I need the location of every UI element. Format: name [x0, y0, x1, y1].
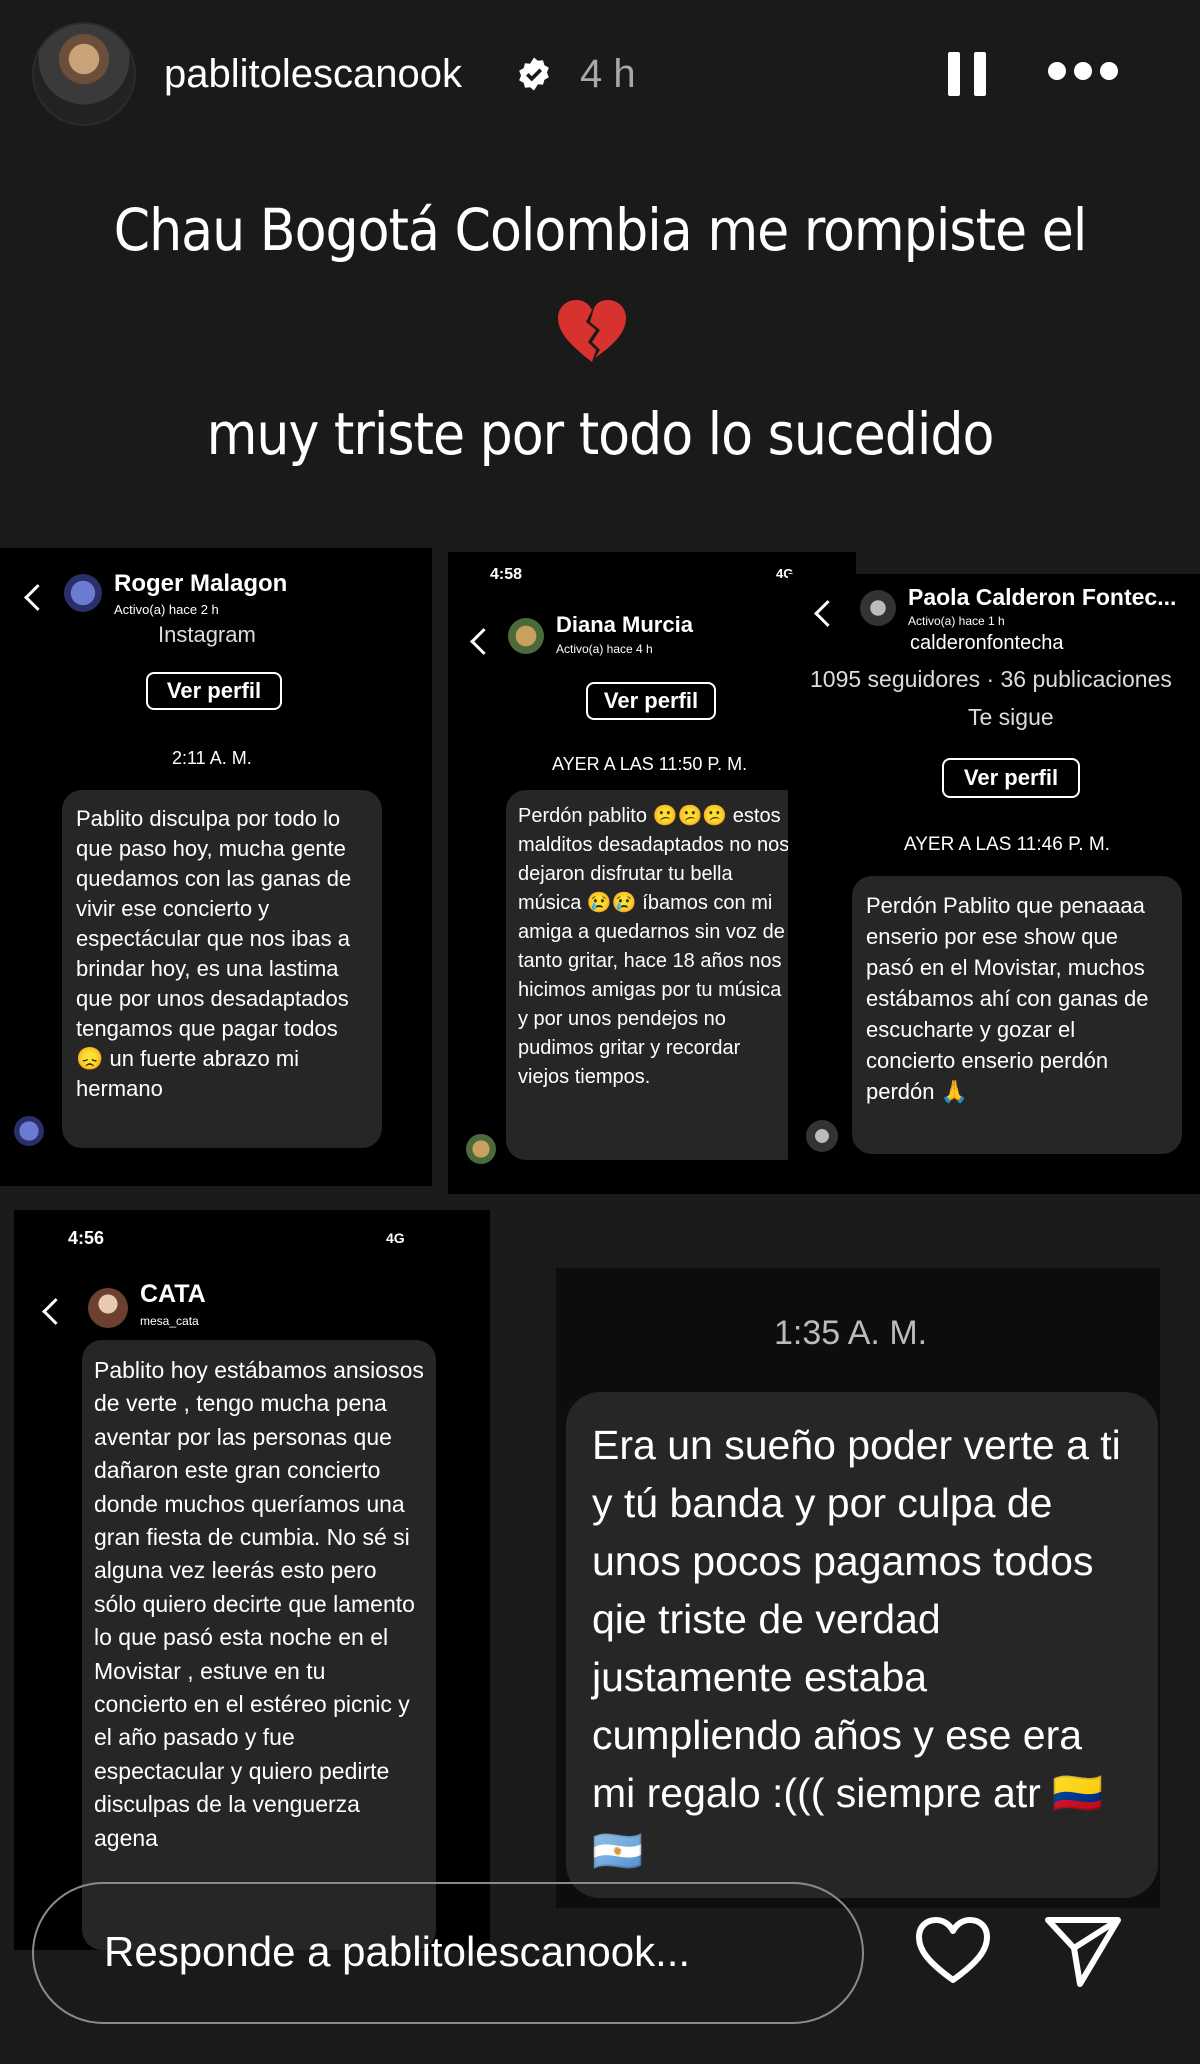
contact-status: Activo(a) hace 4 h: [556, 642, 653, 656]
contact-name: Roger Malagon: [114, 570, 288, 597]
contact-handle: mesa_cata: [140, 1314, 199, 1328]
avatar: [860, 590, 896, 626]
back-icon: [24, 584, 51, 611]
avatar: [88, 1288, 128, 1328]
avatar: [64, 574, 102, 612]
view-profile-button: Ver perfil: [942, 758, 1080, 798]
heart-icon[interactable]: [914, 1916, 992, 1986]
message-timestamp: 1:35 A. M.: [774, 1314, 928, 1352]
sender-avatar: [806, 1120, 838, 1152]
dm-screenshot-cata: 4:56 4G CATA mesa_cata Pablito hoy estáb…: [14, 1210, 490, 1950]
message-bubble: Perdón pablito 😕😕😕 estos malditos desada…: [506, 790, 806, 1160]
message-timestamp: 2:11 A. M.: [172, 748, 252, 768]
post-time: 4 h: [580, 52, 636, 96]
avatar: [508, 618, 544, 654]
contact-status: Activo(a) hace 2 h: [114, 602, 219, 617]
platform-label: Instagram: [158, 622, 256, 647]
view-profile-button: Ver perfil: [586, 682, 716, 720]
username[interactable]: pablitolescanook: [164, 52, 462, 97]
pause-icon[interactable]: [948, 52, 988, 96]
caption-line-1: Chau Bogotá Colombia me rompiste el: [113, 196, 1088, 264]
avatar[interactable]: [32, 22, 136, 126]
back-icon: [470, 628, 497, 655]
status-clock: 4:58: [490, 566, 523, 583]
dm-screenshot-paola: Paola Calderon Fontec... Activo(a) hace …: [788, 574, 1200, 1194]
broken-heart-icon: [558, 300, 626, 362]
sender-avatar: [14, 1116, 44, 1146]
view-profile-button: Ver perfil: [146, 672, 282, 710]
dm-screenshot-roger: Roger Malagon Activo(a) hace 2 h Instagr…: [0, 548, 432, 1186]
follows-you-label: Te sigue: [968, 704, 1054, 730]
contact-name: CATA: [140, 1280, 206, 1308]
verified-badge-icon: [519, 57, 549, 91]
contact-status: Activo(a) hace 1 h: [908, 614, 1005, 628]
back-icon: [814, 600, 841, 627]
message-bubble: Perdón Pablito que penaaaa enserio por e…: [852, 876, 1182, 1154]
contact-handle: calderonfontecha: [910, 632, 1064, 654]
message-timestamp: AYER A LAS 11:46 P. M.: [904, 834, 1110, 855]
reply-placeholder[interactable]: Responde a pablitolescanook...: [104, 1928, 690, 1976]
message-bubble: Era un sueño poder verte a ti y tú banda…: [566, 1392, 1158, 1898]
dm-screenshot-birthday: 1:35 A. M. Era un sueño poder verte a ti…: [556, 1268, 1160, 1908]
message-timestamp: AYER A LAS 11:50 P. M.: [552, 754, 748, 774]
message-bubble: Pablito disculpa por todo lo que paso ho…: [62, 790, 382, 1148]
status-signal: 4G: [386, 1230, 405, 1246]
contact-name: Paola Calderon Fontec...: [908, 584, 1177, 610]
back-icon: [42, 1298, 69, 1325]
profile-stats: 1095 seguidores · 36 publicaciones: [810, 666, 1172, 692]
send-icon[interactable]: [1042, 1912, 1124, 1990]
sender-avatar: [466, 1134, 496, 1164]
story-header: pablitolescanook 4 h: [0, 0, 1200, 150]
status-clock: 4:56: [68, 1228, 105, 1248]
more-icon[interactable]: [1048, 62, 1120, 86]
caption-line-2: muy triste por todo lo sucedido: [206, 400, 995, 468]
message-bubble: Pablito hoy estábamos ansiosos de verte …: [82, 1340, 436, 1950]
contact-name: Diana Murcia: [556, 612, 693, 637]
